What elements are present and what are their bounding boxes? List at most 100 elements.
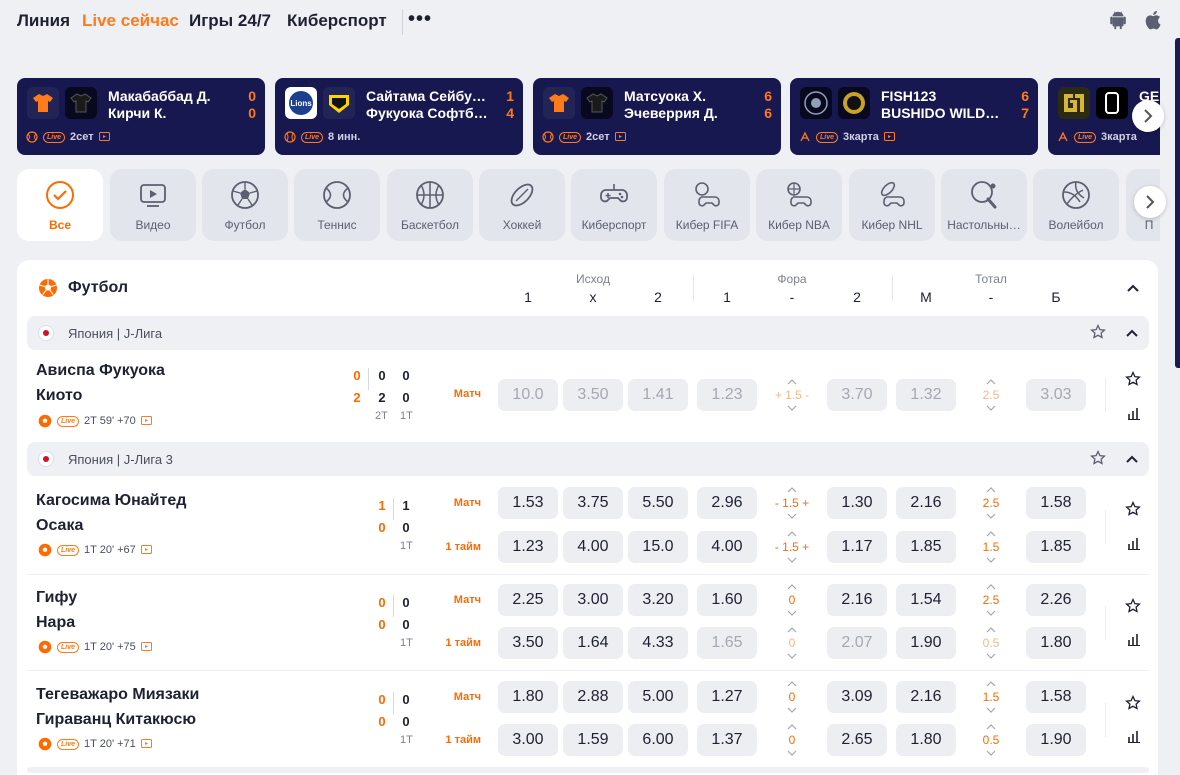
odd-handicap1[interactable]: 1.60 xyxy=(697,584,757,616)
stats-icon[interactable] xyxy=(1127,729,1141,743)
odd-win1[interactable]: 3.50 xyxy=(498,627,558,659)
total-value[interactable]: 2.5 xyxy=(961,487,1021,519)
live-card[interactable]: Lions Сайтама Сейбу… Фукуока Софтб… 1 4 … xyxy=(275,78,523,155)
team2-name[interactable]: Осака xyxy=(36,517,83,535)
apple-icon[interactable] xyxy=(1143,8,1165,32)
handicap-value[interactable]: 0 xyxy=(762,724,822,756)
odd-draw[interactable]: 1.64 xyxy=(563,627,623,659)
more-menu-icon[interactable]: ••• xyxy=(408,8,432,31)
chevron-down-icon[interactable] xyxy=(983,405,999,413)
odd-win2[interactable]: 5.00 xyxy=(628,681,688,713)
odd-win2[interactable]: 3.20 xyxy=(628,584,688,616)
handicap-value[interactable]: 0 xyxy=(762,584,822,616)
odd-total-over[interactable]: 1.80 xyxy=(1026,627,1086,659)
sport-tab-video[interactable]: Видео xyxy=(110,169,196,241)
odd-total-over[interactable]: 1.58 xyxy=(1026,487,1086,519)
odd-win1[interactable]: 1.53 xyxy=(498,487,558,519)
odd-win1[interactable]: 3.00 xyxy=(498,724,558,756)
chevron-up-icon[interactable] xyxy=(983,722,999,730)
video-icon[interactable] xyxy=(140,416,152,426)
chevron-up-icon[interactable] xyxy=(1125,280,1141,296)
odd-handicap2[interactable]: 3.09 xyxy=(827,681,887,713)
chevron-down-icon[interactable] xyxy=(784,513,800,521)
odd-total-over[interactable]: 2.26 xyxy=(1026,584,1086,616)
chevron-up-icon[interactable] xyxy=(1124,451,1140,467)
chevron-up-icon[interactable] xyxy=(983,625,999,633)
sport-tab-cyber-nba[interactable]: Кибер NBA xyxy=(756,169,842,241)
handicap-value[interactable]: - 1.5 + xyxy=(762,487,822,519)
sport-tab-all[interactable]: Все xyxy=(17,169,103,241)
chevron-up-icon[interactable] xyxy=(784,625,800,633)
chevron-down-icon[interactable] xyxy=(983,750,999,758)
chevron-down-icon[interactable] xyxy=(983,653,999,661)
sport-tab-hockey[interactable]: Хоккей xyxy=(479,169,565,241)
sport-tab-football[interactable]: Футбол xyxy=(202,169,288,241)
odd-total-under[interactable]: 1.85 xyxy=(896,531,956,563)
chevron-up-icon[interactable] xyxy=(784,582,800,590)
total-value[interactable]: 2.5 xyxy=(961,379,1021,411)
odd-win1[interactable]: 1.23 xyxy=(498,531,558,563)
odd-total-over[interactable]: 1.58 xyxy=(1026,681,1086,713)
chevron-up-icon[interactable] xyxy=(983,485,999,493)
chevron-up-icon[interactable] xyxy=(983,377,999,385)
odd-draw[interactable]: 4.00 xyxy=(563,531,623,563)
odd-win2[interactable]: 15.0 xyxy=(628,531,688,563)
star-icon[interactable] xyxy=(1125,501,1141,517)
nav-esports[interactable]: Киберспорт xyxy=(287,11,387,31)
odd-win1[interactable]: 1.80 xyxy=(498,681,558,713)
odd-total-over[interactable]: 3.03 xyxy=(1026,379,1086,411)
odd-draw[interactable]: 3.00 xyxy=(563,584,623,616)
chevron-up-icon[interactable] xyxy=(784,722,800,730)
odd-win1[interactable]: 2.25 xyxy=(498,584,558,616)
chevron-down-icon[interactable] xyxy=(784,707,800,715)
stats-icon[interactable] xyxy=(1127,536,1141,550)
odd-total-under[interactable]: 1.90 xyxy=(896,627,956,659)
odd-win2[interactable]: 1.41 xyxy=(628,379,688,411)
odd-win2[interactable]: 6.00 xyxy=(628,724,688,756)
team1-name[interactable]: Кагосима Юнайтед xyxy=(36,492,186,510)
chevron-up-icon[interactable] xyxy=(784,679,800,687)
star-icon[interactable] xyxy=(1125,371,1141,387)
odd-win2[interactable]: 4.33 xyxy=(628,627,688,659)
chevron-down-icon[interactable] xyxy=(784,557,800,565)
sport-tab-cyber-fifa[interactable]: Кибер FIFA xyxy=(664,169,750,241)
odd-draw[interactable]: 3.50 xyxy=(563,379,623,411)
odd-handicap2[interactable]: 2.16 xyxy=(827,584,887,616)
video-icon[interactable] xyxy=(140,739,152,749)
chevron-down-icon[interactable] xyxy=(983,707,999,715)
star-icon[interactable] xyxy=(1125,598,1141,614)
league-header[interactable]: Япония | J-Лига xyxy=(27,316,1149,350)
nav-line[interactable]: Линия xyxy=(17,11,70,31)
odd-total-under[interactable]: 1.80 xyxy=(896,724,956,756)
odd-draw[interactable]: 2.88 xyxy=(563,681,623,713)
odd-handicap2[interactable]: 2.65 xyxy=(827,724,887,756)
odd-total-under[interactable]: 1.32 xyxy=(896,379,956,411)
sport-tab-esports[interactable]: Киберспорт xyxy=(571,169,657,241)
chevron-up-icon[interactable] xyxy=(983,679,999,687)
star-icon[interactable] xyxy=(1090,324,1106,340)
chevron-down-icon[interactable] xyxy=(784,405,800,413)
sport-tab-table-tennis[interactable]: Настольны… xyxy=(941,169,1027,241)
odd-handicap2[interactable]: 3.70 xyxy=(827,379,887,411)
odd-handicap1[interactable]: 1.23 xyxy=(697,379,757,411)
odd-total-over[interactable]: 1.85 xyxy=(1026,531,1086,563)
chevron-down-icon[interactable] xyxy=(784,610,800,618)
odd-handicap2[interactable]: 1.17 xyxy=(827,531,887,563)
team2-name[interactable]: Киото xyxy=(36,387,82,405)
team1-name[interactable]: Ависпа Фукуока xyxy=(36,362,165,380)
odd-handicap2[interactable]: 1.30 xyxy=(827,487,887,519)
stats-icon[interactable] xyxy=(1127,406,1141,420)
odd-handicap1[interactable]: 2.96 xyxy=(697,487,757,519)
android-icon[interactable] xyxy=(1107,8,1129,32)
stats-icon[interactable] xyxy=(1127,632,1141,646)
team1-name[interactable]: Гифу xyxy=(36,589,77,607)
live-card[interactable]: FISH123 BUSHIDO WILD… 6 7 Live 3карта xyxy=(790,78,1038,155)
odd-total-over[interactable]: 1.90 xyxy=(1026,724,1086,756)
odd-handicap2[interactable]: 2.07 xyxy=(827,627,887,659)
star-icon[interactable] xyxy=(1125,695,1141,711)
chevron-down-icon[interactable] xyxy=(983,557,999,565)
sports-next-button[interactable] xyxy=(1134,186,1166,218)
odd-handicap1[interactable]: 1.65 xyxy=(697,627,757,659)
nav-games[interactable]: Игры 24/7 xyxy=(189,11,271,31)
odd-win2[interactable]: 5.50 xyxy=(628,487,688,519)
